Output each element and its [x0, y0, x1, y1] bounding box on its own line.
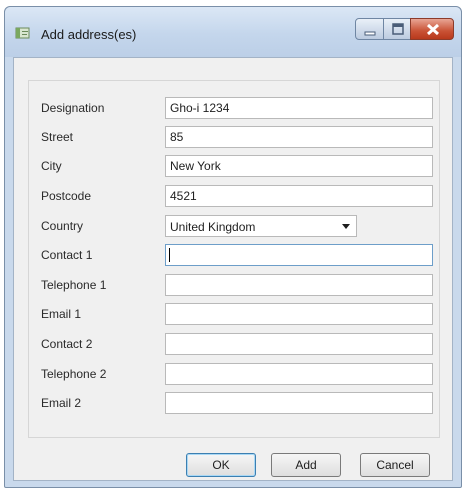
cancel-button[interactable]: Cancel	[360, 453, 430, 477]
email-1-label: Email 1	[41, 307, 82, 321]
country-label: Country	[41, 219, 84, 233]
close-button[interactable]	[410, 18, 454, 40]
minimize-icon	[364, 31, 376, 36]
address-book-icon	[15, 26, 31, 40]
telephone-1-field[interactable]	[165, 274, 433, 296]
email-1-field[interactable]	[165, 303, 433, 325]
designation-label: Designation	[41, 101, 105, 115]
contact-1-row: Contact 1	[29, 244, 441, 266]
postcode-label: Postcode	[41, 189, 92, 203]
telephone-2-label: Telephone 2	[41, 367, 107, 381]
street-field[interactable]	[165, 126, 433, 148]
contact-2-field[interactable]	[165, 333, 433, 355]
postcode-field[interactable]	[165, 185, 433, 207]
text-cursor	[169, 248, 170, 262]
ok-button[interactable]: OK	[186, 453, 256, 477]
city-row: City	[29, 155, 441, 177]
email-2-field[interactable]	[165, 392, 433, 414]
city-label: City	[41, 159, 62, 173]
city-field[interactable]	[165, 155, 433, 177]
postcode-row: Postcode	[29, 185, 441, 207]
street-label: Street	[41, 130, 74, 144]
minimize-button[interactable]	[355, 18, 384, 40]
chevron-down-icon	[342, 224, 350, 229]
telephone-1-row: Telephone 1	[29, 274, 441, 296]
email-2-label: Email 2	[41, 396, 82, 410]
contact-1-label: Contact 1	[41, 248, 93, 262]
email-1-row: Email 1	[29, 303, 441, 325]
designation-field[interactable]	[165, 97, 433, 119]
telephone-1-label: Telephone 1	[41, 278, 107, 292]
telephone-2-row: Telephone 2	[29, 363, 441, 385]
country-row: Country United Kingdom	[29, 215, 441, 237]
add-button[interactable]: Add	[271, 453, 341, 477]
close-icon	[426, 23, 440, 36]
telephone-2-field[interactable]	[165, 363, 433, 385]
contact-2-row: Contact 2	[29, 333, 441, 355]
dialog-body: Designation Street City Postcode Country…	[13, 57, 453, 481]
maximize-icon	[392, 23, 404, 35]
contact-2-label: Contact 2	[41, 337, 93, 351]
window-title: Add address(es)	[41, 27, 137, 42]
street-row: Street	[29, 126, 441, 148]
email-2-row: Email 2	[29, 392, 441, 414]
designation-row: Designation	[29, 97, 441, 119]
maximize-button[interactable]	[383, 18, 411, 40]
contact-1-field[interactable]	[165, 244, 433, 266]
country-selected-value: United Kingdom	[170, 220, 256, 234]
country-select[interactable]: United Kingdom	[165, 215, 357, 237]
address-form: Designation Street City Postcode Country…	[28, 80, 440, 438]
dialog-window: Add address(es) Designation Str	[4, 6, 462, 488]
title-bar[interactable]: Add address(es)	[5, 7, 461, 57]
